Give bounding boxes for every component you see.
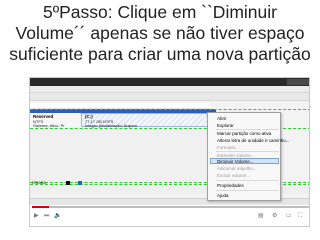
menu-item-format[interactable]: Formatar...: [217, 145, 239, 150]
embedded-screenshot: Reserved NTFS Sistema, Ativo, Pr (C:) 77…: [29, 77, 310, 227]
menu-item-explore[interactable]: Explorar: [217, 123, 234, 128]
volume-icon[interactable]: 🔈: [54, 212, 61, 220]
legend-label: rimaria: [32, 180, 46, 185]
video-controls: [30, 205, 309, 226]
menu-item-mark-active[interactable]: Marcar partição como ativa: [217, 131, 271, 136]
play-icon[interactable]: ▶: [34, 212, 39, 220]
window-controls[interactable]: [287, 79, 309, 85]
menu-item-shrink-volume[interactable]: Diminuir Volume...: [217, 159, 254, 164]
toolbar: [30, 93, 309, 101]
menu-item-add-mirror[interactable]: Adicionar espelho...: [217, 166, 257, 171]
menu-separator: [216, 129, 279, 130]
menu-item-change-drive-letter[interactable]: Alterar letra de unidade e caminho...: [217, 138, 290, 143]
menu-item-extend-volume[interactable]: Estender volume...: [217, 153, 255, 158]
next-icon[interactable]: ⏭: [44, 212, 49, 220]
menu-separator: [216, 190, 279, 191]
slide-title: 5ºPasso: Clique em ``Diminuir Volume´´ a…: [0, 2, 320, 65]
fullscreen-icon[interactable]: ⛶: [298, 212, 302, 220]
menu-separator: [216, 180, 279, 181]
menu-bar: [30, 86, 309, 93]
context-menu: Abrir Explorar Marcar partição como ativ…: [207, 112, 290, 201]
menu-item-help[interactable]: Ajuda: [217, 193, 229, 198]
menu-item-properties[interactable]: Propriedades: [217, 183, 244, 188]
video-progress-fill: [32, 206, 49, 208]
menu-item-delete-volume[interactable]: Excluir volume...: [217, 173, 250, 178]
disk-area: [30, 129, 210, 181]
legend-swatch-unallocated: [66, 181, 70, 185]
gear-icon[interactable]: ⚙: [272, 212, 277, 220]
menu-item-open[interactable]: Abrir: [217, 116, 227, 121]
slide-title-line-3: suficiente para criar uma nova partição: [9, 44, 311, 64]
menu-separator: [216, 151, 279, 152]
window-titlebar: [30, 78, 309, 86]
video-progress-bar[interactable]: [32, 206, 309, 208]
selection-outline-top: [30, 109, 309, 110]
captions-icon[interactable]: ▤: [258, 212, 264, 220]
slide-title-line-2: Volume´´ apenas se não tiver espaço: [15, 23, 305, 43]
legend-swatch-primary: [78, 181, 82, 185]
theater-icon[interactable]: ▭: [286, 212, 292, 220]
slide-title-line-1: 5ºPasso: Clique em ``Diminuir: [43, 2, 277, 22]
